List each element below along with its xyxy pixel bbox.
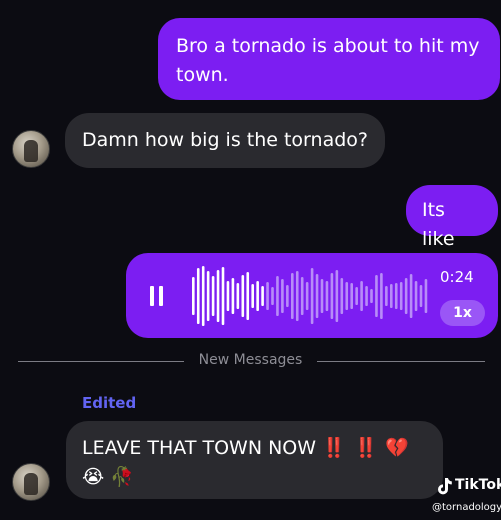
waveform-bar	[345, 282, 349, 310]
pause-bar-right	[159, 286, 163, 306]
waveform-bar	[330, 273, 334, 319]
waveform-bar	[261, 286, 264, 306]
tiktok-name: TikTok	[455, 477, 501, 493]
pause-bar-left	[150, 286, 154, 306]
tiktok-logo-icon	[438, 478, 452, 495]
waveform-bar	[305, 282, 309, 310]
waveform-bar	[206, 271, 210, 321]
contact-avatar[interactable]	[12, 463, 50, 501]
message-text: LEAVE THAT TOWN NOW	[82, 437, 317, 459]
waveform-bar	[404, 278, 408, 314]
new-messages-divider-label: New Messages	[198, 352, 303, 368]
waveform-bar	[211, 276, 215, 316]
waveform-bar	[340, 278, 344, 314]
waveform-bar	[231, 278, 235, 314]
waveform-bar	[335, 270, 339, 322]
divider-line	[317, 361, 485, 362]
broken-heart-emoji: 💔	[385, 437, 409, 459]
edited-label: Edited	[82, 394, 137, 412]
waveform-bar	[286, 285, 289, 307]
waveform-bar	[390, 284, 393, 308]
waveform-bar	[325, 281, 329, 311]
outgoing-message-bubble[interactable]: Bro a tornado is about to hit my town.	[158, 18, 500, 100]
waveform-bar	[300, 277, 304, 315]
waveform-bar	[385, 286, 388, 306]
incoming-message-bubble[interactable]: LEAVE THAT TOWN NOW ‼️ ‼️ 💔 😭 🥀	[66, 421, 443, 499]
waveform-bar	[419, 285, 423, 307]
waveform-bar	[414, 281, 418, 311]
waveform-bar	[295, 271, 299, 321]
waveform-bar	[251, 284, 254, 308]
voice-waveform[interactable]	[190, 262, 430, 330]
waveform-bar	[246, 272, 250, 320]
message-text: Its like	[422, 199, 455, 250]
waveform-bar	[291, 273, 294, 319]
waveform-bar	[375, 275, 378, 317]
waveform-bar	[256, 281, 259, 311]
crying-face-emoji: 😭	[82, 466, 105, 488]
waveform-bar	[241, 275, 245, 317]
waveform-bar	[236, 283, 240, 309]
waveform-bar	[365, 286, 368, 306]
incoming-message-bubble[interactable]: Damn how big is the tornado?	[65, 113, 385, 168]
voice-duration: 0:24	[440, 268, 474, 286]
double-exclamation-emoji: ‼️ ‼️	[322, 437, 380, 459]
waveform-bar	[192, 277, 195, 315]
waveform-bar	[196, 268, 200, 324]
waveform-bar	[276, 276, 279, 316]
waveform-bar	[315, 274, 319, 318]
message-text: Bro a tornado is about to hit my town.	[176, 35, 480, 86]
waveform-bar	[409, 274, 413, 318]
waveform-bar	[266, 282, 269, 310]
wilted-rose-emoji: 🥀	[110, 466, 134, 488]
divider-line	[18, 361, 184, 362]
message-text: Damn how big is the tornado?	[82, 129, 368, 151]
outgoing-message-bubble[interactable]: Its like	[406, 185, 498, 250]
waveform-bar	[221, 267, 225, 325]
waveform-bar	[226, 281, 230, 311]
tiktok-handle: @tornadology	[432, 502, 501, 513]
waveform-bar	[399, 282, 403, 310]
waveform-bar	[355, 287, 358, 305]
waveform-bar	[310, 268, 314, 324]
waveform-bar	[320, 279, 324, 313]
waveform-bar	[360, 281, 363, 311]
playback-speed-button[interactable]: 1x	[440, 300, 485, 326]
waveform-bar	[281, 279, 284, 313]
contact-avatar[interactable]	[12, 130, 50, 168]
waveform-bar	[350, 283, 353, 309]
waveform-bar	[370, 289, 373, 303]
pause-icon[interactable]	[150, 286, 163, 306]
waveform-bar	[271, 287, 274, 305]
waveform-bar	[394, 283, 398, 309]
waveform-bar	[201, 266, 205, 326]
waveform-bar	[216, 270, 220, 322]
waveform-bar	[380, 273, 383, 319]
tiktok-watermark: TikTok @tornadology	[432, 477, 501, 517]
waveform-bar	[424, 279, 428, 313]
